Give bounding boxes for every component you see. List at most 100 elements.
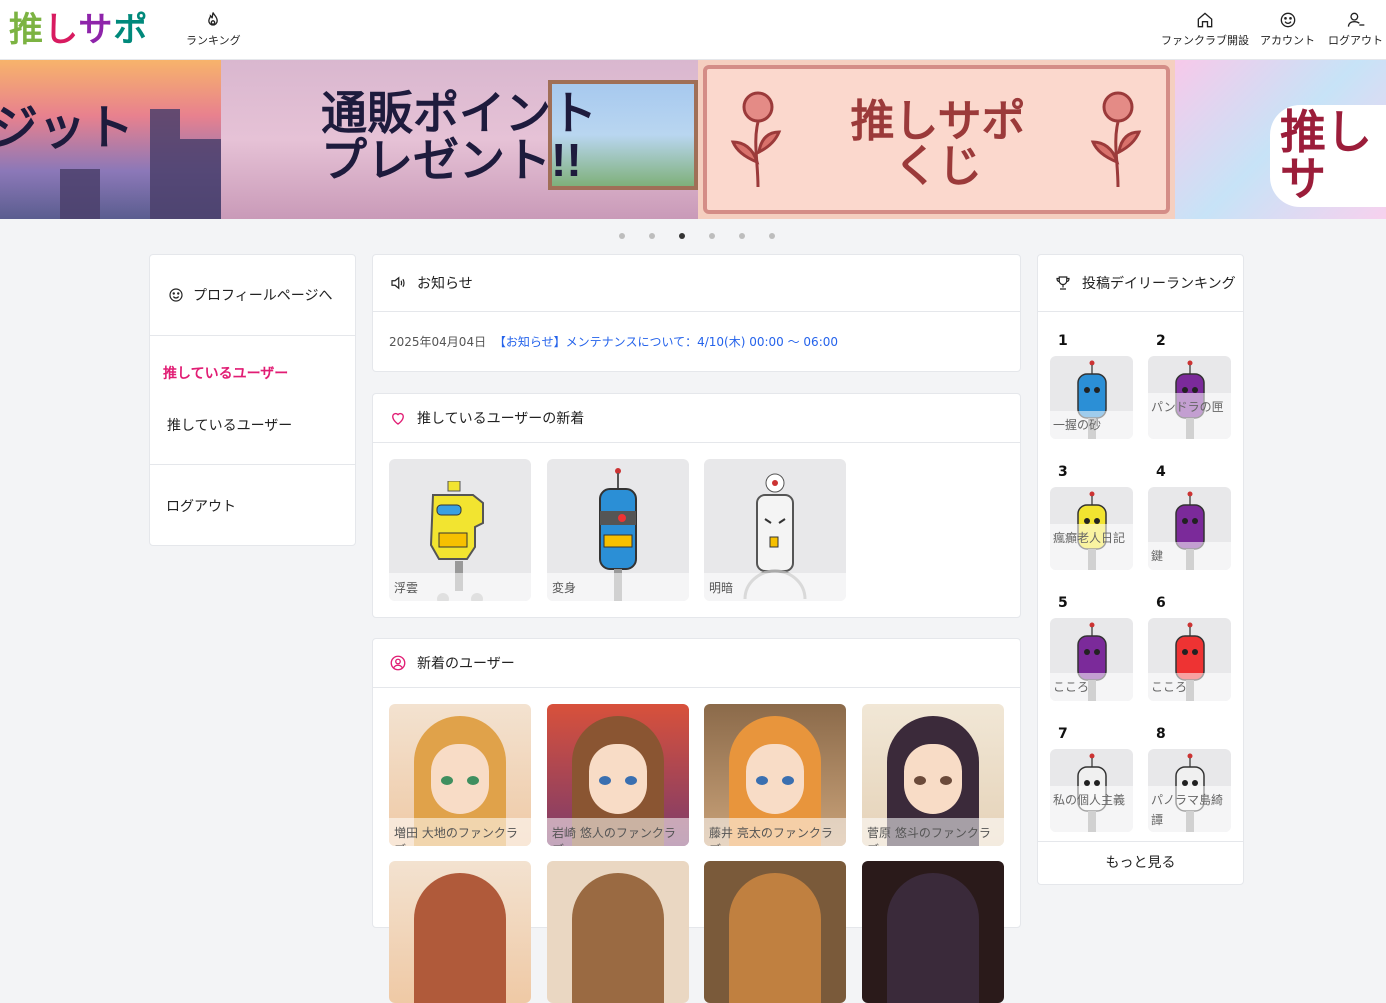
ranking-item-name: 鍵: [1148, 542, 1231, 570]
left-sidebar: プロフィールページへ 推しているユーザー 推しているユーザー ログアウト: [149, 254, 356, 546]
ranking-item[interactable]: 私の個人主義: [1050, 749, 1133, 832]
ranking-header: 投稿デイリーランキング: [1038, 255, 1243, 312]
nav-ranking-label: ランキング: [186, 34, 241, 47]
banner-slide-3[interactable]: 推しサポ くじ: [698, 60, 1175, 219]
following-new-card: 推しているユーザーの新着 浮雲 変身 明暗: [372, 393, 1021, 618]
rank-number: 3: [1058, 464, 1068, 480]
notice-link[interactable]: 【お知らせ】メンテナンスについて：4/10(木) 00:00 〜 06:00: [494, 335, 838, 349]
notice-header: お知らせ: [373, 255, 1020, 312]
following-item[interactable]: 明暗: [704, 459, 846, 601]
ranking-item-name: 私の個人主義: [1050, 786, 1133, 832]
new-user-item[interactable]: 藤井 亮太のファンクラブ: [704, 704, 846, 846]
logo-char-1: 推: [9, 10, 44, 50]
banner-slide-2[interactable]: 通販ポイント プレゼント!!: [221, 60, 698, 219]
ranking-title: 投稿デイリーランキング: [1082, 276, 1236, 292]
more-button[interactable]: もっと見る: [1038, 841, 1243, 884]
speaker-icon: [391, 276, 405, 290]
rank-number: 7: [1058, 726, 1068, 742]
profile-page-label: プロフィールページへ: [193, 288, 333, 304]
nav-fanclub-create[interactable]: ファンクラブ開設: [1161, 10, 1249, 48]
nav-account-label: アカウント: [1260, 34, 1315, 47]
new-user-item[interactable]: [389, 861, 531, 1003]
new-user-name: 菅原 悠斗のファンクラブ: [862, 818, 1004, 846]
banner-slide-2-text: 通販ポイント プレゼント!!: [321, 87, 597, 186]
sidebar-section-title: 推しているユーザー: [163, 366, 289, 382]
smile-icon: [169, 288, 183, 302]
carousel-dot[interactable]: [649, 233, 655, 239]
following-item-name: 明暗: [704, 573, 846, 601]
new-user-name: 藤井 亮太のファンクラブ: [704, 818, 846, 846]
nav-ranking[interactable]: ランキング: [186, 10, 241, 48]
rank-number: 1: [1058, 333, 1068, 349]
character-hair: [887, 873, 979, 1003]
character-face: [589, 744, 647, 814]
new-user-name: 増田 大地のファンクラブ: [389, 818, 531, 846]
following-item[interactable]: 変身: [547, 459, 689, 601]
carousel-dot[interactable]: [709, 233, 715, 239]
sidebar-divider: [150, 335, 355, 336]
nav-fanclub-label: ファンクラブ開設: [1161, 34, 1249, 47]
ranking-item-name: パノラマ島綺譚: [1148, 786, 1231, 832]
banner-slide-1[interactable]: ジット: [0, 60, 221, 219]
new-user-item[interactable]: 菅原 悠斗のファンクラブ: [862, 704, 1004, 846]
character-face: [904, 744, 962, 814]
nav-logout-label: ログアウト: [1328, 34, 1383, 47]
following-new-header: 推しているユーザーの新着: [373, 394, 1020, 443]
carousel-dot-active[interactable]: [679, 233, 685, 239]
flower-icon: [730, 91, 782, 188]
smile-icon: [1280, 12, 1295, 28]
user-minus-icon: [1347, 12, 1364, 27]
character-face: [746, 744, 804, 814]
user-circle-icon: [390, 655, 406, 671]
banner-slide-4-text: 推しサ: [1270, 105, 1386, 207]
heart-icon: [392, 412, 404, 425]
carousel-dot[interactable]: [619, 233, 625, 239]
nav-account[interactable]: アカウント: [1260, 10, 1315, 48]
new-user-item[interactable]: 岩崎 悠人のファンクラブ: [547, 704, 689, 846]
sidebar-item-following[interactable]: 推しているユーザー: [167, 415, 372, 435]
building-shape: [180, 139, 221, 219]
character-hair: [729, 873, 821, 1003]
logo-char-4: ポ: [113, 10, 149, 50]
carousel-dot[interactable]: [739, 233, 745, 239]
following-item-name: 変身: [547, 573, 689, 601]
ranking-item[interactable]: パノラマ島綺譚: [1148, 749, 1231, 832]
banner-slide-3-text: 推しサポ くじ: [850, 97, 1026, 191]
banner-slide-4[interactable]: 推しサ: [1175, 60, 1386, 219]
following-new-title: 推しているユーザーの新着: [417, 411, 585, 427]
new-user-name: 岩崎 悠人のファンクラブ: [547, 818, 689, 846]
notice-title: お知らせ: [417, 276, 473, 292]
nav-logout[interactable]: ログアウト: [1328, 10, 1383, 48]
ranking-item[interactable]: パンドラの匣: [1148, 356, 1231, 439]
building-shape: [150, 109, 180, 219]
new-user-item[interactable]: 増田 大地のファンクラブ: [389, 704, 531, 846]
logo-char-2: し: [44, 10, 79, 50]
ranking-item-name: 瘋癲老人日記: [1050, 524, 1133, 570]
following-item[interactable]: 浮雲: [389, 459, 531, 601]
top-header: 推しサポ ランキング ファンクラブ開設 アカウント ログアウト: [0, 0, 1386, 60]
ranking-item[interactable]: こころ: [1148, 618, 1231, 701]
site-logo[interactable]: 推しサポ: [9, 10, 148, 50]
banner-slide-1-text: ジット: [0, 102, 135, 155]
new-user-item[interactable]: [862, 861, 1004, 1003]
ranking-item[interactable]: 瘋癲老人日記: [1050, 487, 1133, 570]
rank-number: 6: [1156, 595, 1166, 611]
carousel-dots: [619, 233, 775, 239]
ranking-item-name: パンドラの匣: [1148, 393, 1231, 439]
ranking-item[interactable]: こころ: [1050, 618, 1133, 701]
new-user-item[interactable]: [704, 861, 846, 1003]
new-users-title: 新着のユーザー: [417, 656, 515, 672]
character-face: [431, 744, 489, 814]
profile-page-link[interactable]: プロフィールページへ: [167, 285, 372, 305]
ranking-item[interactable]: 鍵: [1148, 487, 1231, 570]
sidebar-logout-link[interactable]: ログアウト: [166, 496, 371, 516]
notice-card: お知らせ 2025年04月04日 【お知らせ】メンテナンスについて：4/10(木…: [372, 254, 1021, 372]
trophy-icon: [1056, 276, 1070, 290]
new-user-item[interactable]: [547, 861, 689, 1003]
carousel-dot[interactable]: [769, 233, 775, 239]
logo-char-3: サ: [78, 10, 114, 50]
banner-carousel[interactable]: ジット 通販ポイント プレゼント!! 推しサポ くじ 推しサ: [0, 60, 1386, 219]
rank-number: 2: [1156, 333, 1166, 349]
ranking-item-name: 一握の砂: [1050, 411, 1133, 439]
ranking-item[interactable]: 一握の砂: [1050, 356, 1133, 439]
